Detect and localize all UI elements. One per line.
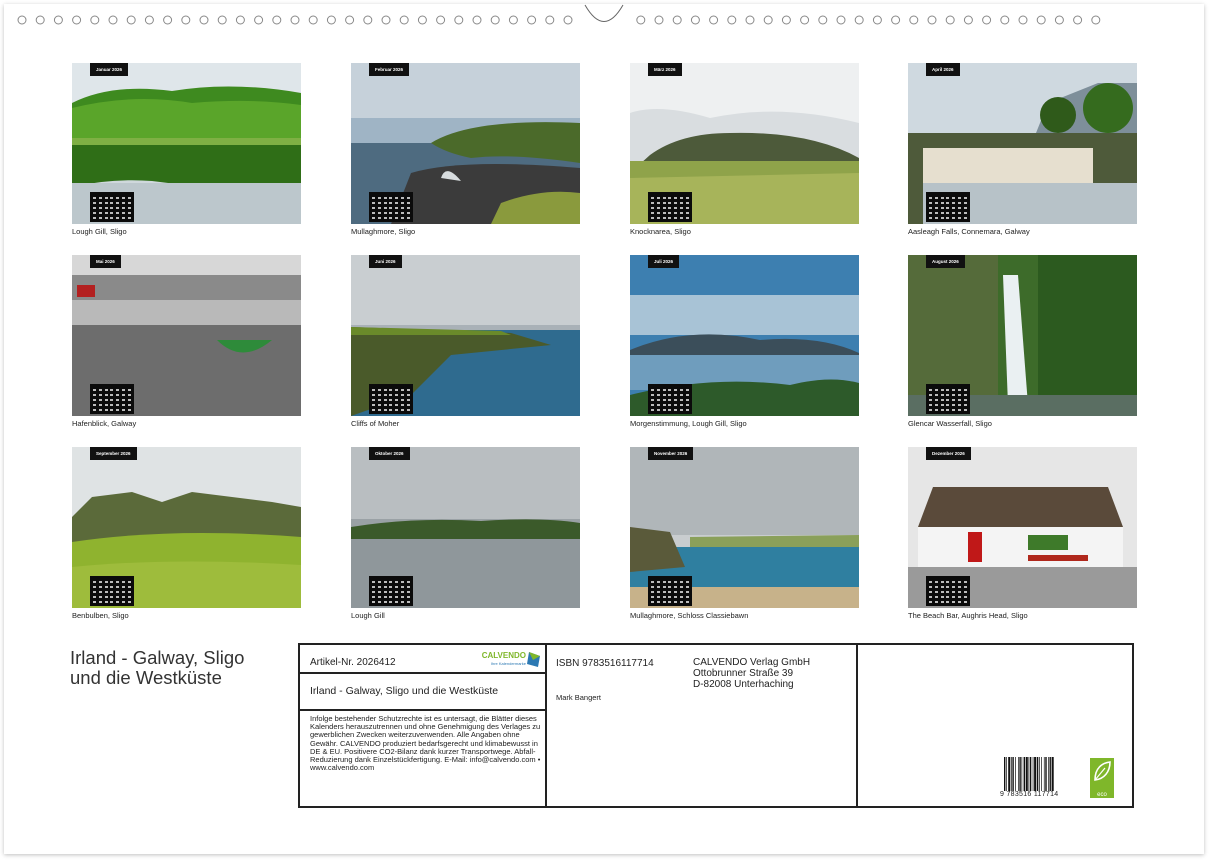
month-caption: Hafenblick, Galway (72, 419, 137, 428)
month-caption: Knocknarea, Sligo (630, 227, 691, 236)
month-label: August 2026 (926, 255, 965, 268)
month-card: September 2026 Benbulben, Sligo (72, 447, 301, 620)
month-caption: Lough Gill, Sligo (72, 227, 127, 236)
month-photo: Dezember 2026 (908, 447, 1137, 608)
month-label: Oktober 2026 (369, 447, 410, 460)
month-label: Mai 2026 (90, 255, 121, 268)
month-photo: Februar 2026 (351, 63, 580, 224)
month-photo: April 2026 (908, 63, 1137, 224)
divider (545, 645, 547, 806)
info-box: Artikel-Nr. 2026412 CALVENDO Ihre Kalend… (298, 643, 1134, 808)
month-label: März 2026 (648, 63, 682, 76)
mini-calendar (90, 384, 134, 414)
month-caption: Cliffs of Moher (351, 419, 400, 428)
legal-text: Infolge bestehender Schutzrechte ist es … (310, 714, 541, 773)
month-photo: September 2026 (72, 447, 301, 608)
month-caption: The Beach Bar, Aughris Head, Sligo (908, 611, 1028, 620)
month-card: Dezember 2026 The Beach Bar, Aughris Head… (908, 447, 1137, 620)
mini-calendar (369, 192, 413, 222)
mini-calendar (926, 576, 970, 606)
month-card: Juli 2026 Morgenstimmung, Lough Gill, Sli… (630, 255, 859, 428)
article-number: Artikel-Nr. 2026412 (310, 657, 396, 668)
month-label: Februar 2026 (369, 63, 410, 76)
month-photo: Januar 2026 (72, 63, 301, 224)
mini-calendar (369, 576, 413, 606)
divider (300, 709, 546, 711)
month-photo: August 2026 (908, 255, 1137, 416)
month-card: Mai 2026 Hafenblick, Galway (72, 255, 301, 428)
month-label: Juni 2026 (369, 255, 402, 268)
month-caption: Benbulben, Sligo (72, 611, 129, 620)
mini-calendar (90, 576, 134, 606)
month-card: März 2026 Knocknarea, Sligo (630, 63, 859, 236)
month-photo: Juni 2026 (351, 255, 580, 416)
author: Mark Bangert (556, 693, 602, 702)
isbn: ISBN 9783516117714 (556, 658, 654, 669)
divider (856, 645, 858, 806)
month-label: November 2026 (648, 447, 694, 460)
month-photo: März 2026 (630, 63, 859, 224)
eco-badge: eco (1090, 758, 1114, 798)
month-label: September 2026 (90, 447, 137, 460)
month-card: Januar 2026 Lough Gill, Sligo (72, 63, 301, 236)
mini-calendar (90, 192, 134, 222)
mini-calendar (648, 576, 692, 606)
month-card: April 2026 Aasleagh Falls, Connemara, Gal… (908, 63, 1137, 236)
mini-calendar (926, 384, 970, 414)
month-card: August 2026 Glencar Wasserfall, Sligo (908, 255, 1137, 428)
hanger-icon (584, 4, 624, 22)
leaf-icon (1094, 761, 1111, 781)
month-card: November 2026 Mullaghmore, Schloss Classi… (630, 447, 859, 620)
month-caption: Morgenstimmung, Lough Gill, Sligo (630, 419, 747, 428)
month-card: Februar 2026 Mullaghmore, Sligo (351, 63, 580, 236)
month-card: Oktober 2026 Lough Gill (351, 447, 580, 620)
calendar-title: Irland - Galway, Sligo und die Westküste (70, 647, 245, 688)
calvendo-logo: CALVENDO Ihre Kalendermarke (470, 651, 540, 669)
month-caption: Lough Gill (351, 611, 385, 620)
mini-calendar (926, 192, 970, 222)
month-caption: Glencar Wasserfall, Sligo (908, 419, 992, 428)
barcode-digits: 9 783516 117714 (1000, 791, 1059, 798)
month-label: Dezember 2026 (926, 447, 971, 460)
month-label: Januar 2026 (90, 63, 129, 76)
barcode: 9 783516 117714 (1000, 757, 1072, 801)
month-photo: Juli 2026 (630, 255, 859, 416)
month-photo: November 2026 (630, 447, 859, 608)
month-card: Juni 2026 Cliffs of Moher (351, 255, 580, 428)
month-caption: Mullaghmore, Sligo (351, 227, 416, 236)
month-photo: Oktober 2026 (351, 447, 580, 608)
mini-calendar (648, 384, 692, 414)
month-label: April 2026 (926, 63, 960, 76)
publisher-address: CALVENDO Verlag GmbH Ottobrunner Straße … (693, 657, 811, 690)
mini-calendar (648, 192, 692, 222)
mini-calendar (369, 384, 413, 414)
divider (300, 672, 546, 674)
month-label: Juli 2026 (648, 255, 680, 268)
month-photo: Mai 2026 (72, 255, 301, 416)
month-caption: Aasleagh Falls, Connemara, Galway (908, 227, 1030, 236)
info-title: Irland - Galway, Sligo und die Westküste (310, 685, 499, 697)
month-caption: Mullaghmore, Schloss Classiebawn (630, 611, 749, 620)
